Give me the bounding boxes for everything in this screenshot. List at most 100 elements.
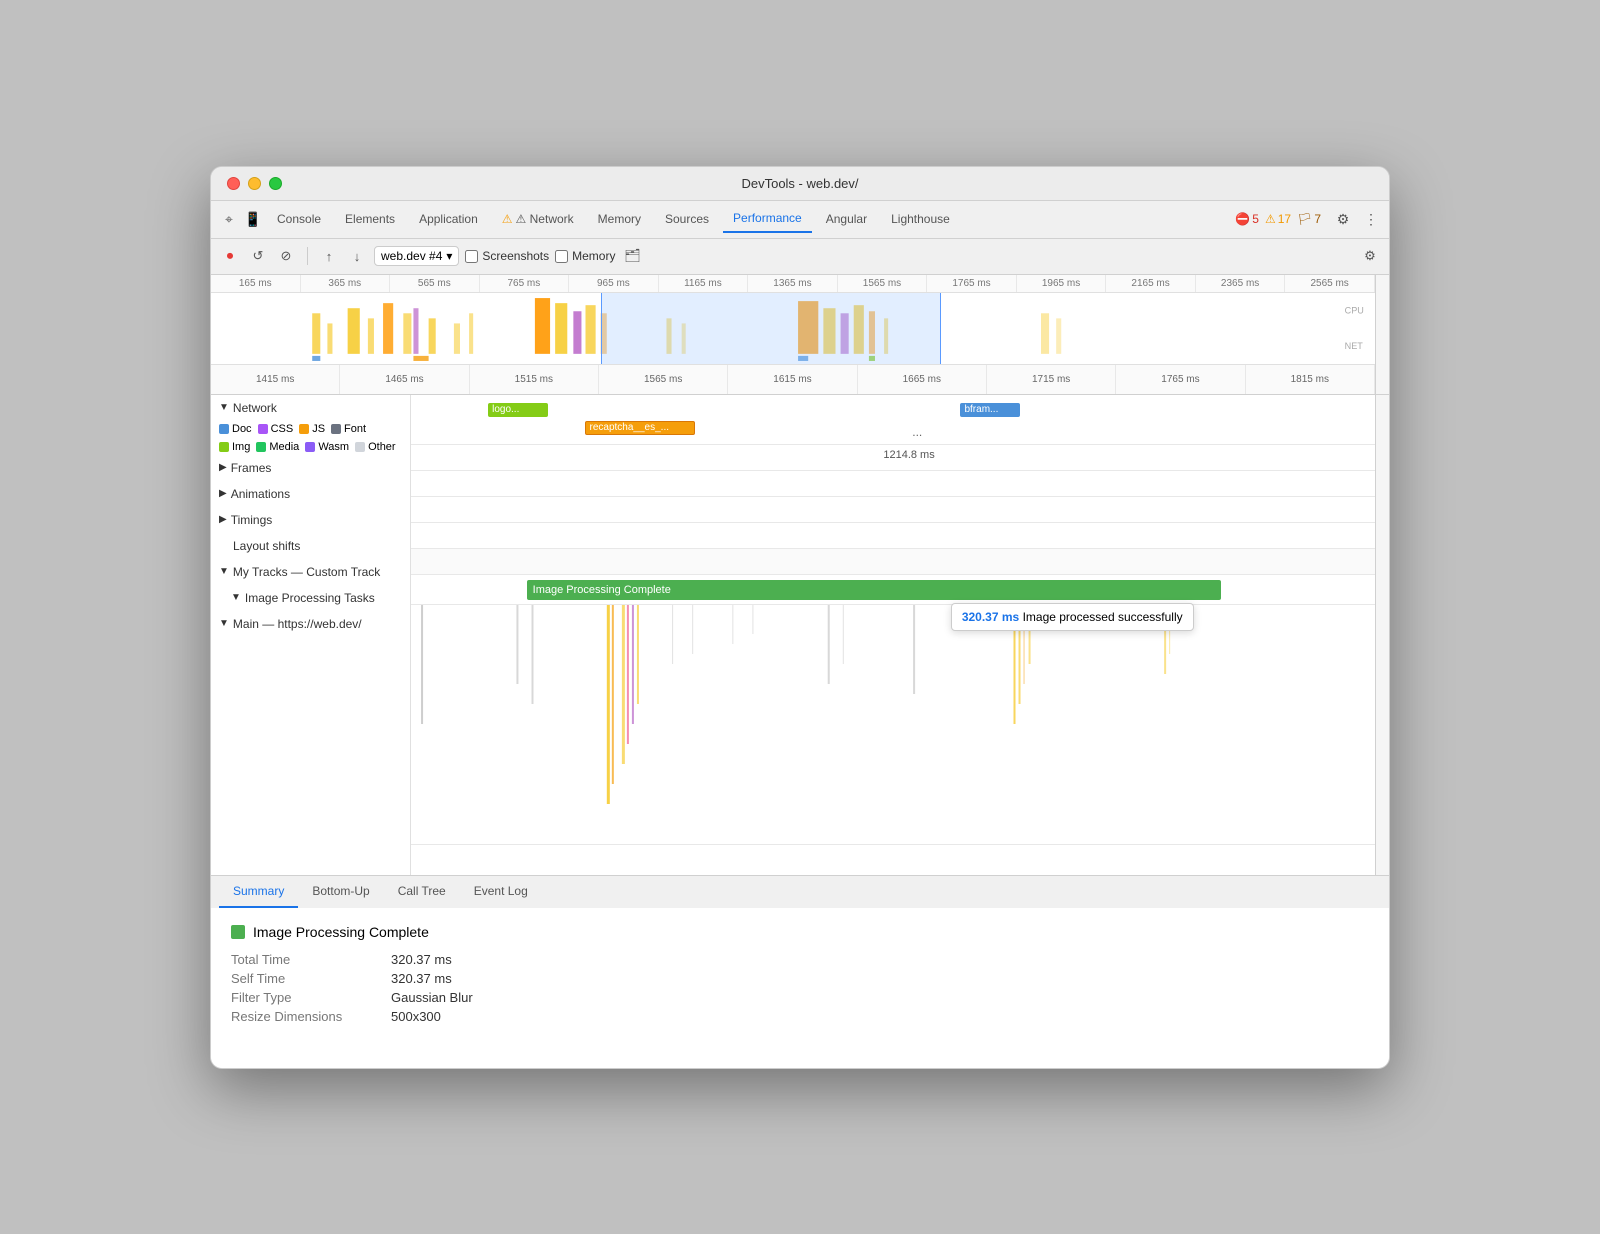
- upload-button[interactable]: ↑: [318, 245, 340, 267]
- tab-application[interactable]: Application: [409, 206, 488, 232]
- legend-doc: Doc: [219, 423, 252, 435]
- summary-title: Image Processing Complete: [231, 924, 1369, 940]
- tab-sources[interactable]: Sources: [655, 206, 719, 232]
- screenshots-check-input[interactable]: [465, 250, 478, 263]
- net-item-logo[interactable]: logo...: [488, 403, 548, 417]
- minimize-button[interactable]: [248, 177, 261, 190]
- bottom-time-ruler: 1415 ms 1465 ms 1515 ms 1565 ms 1615 ms …: [211, 364, 1375, 394]
- legend-wasm: Wasm: [305, 441, 349, 453]
- animations-section[interactable]: ▶ Animations: [211, 481, 410, 507]
- main-section[interactable]: ▼ Main — https://web.dev/: [211, 611, 410, 637]
- frames-label: Frames: [231, 461, 272, 475]
- tick-4: 965 ms: [569, 275, 659, 292]
- cpu-chart: CPU NET: [211, 293, 1375, 364]
- close-button[interactable]: [227, 177, 240, 190]
- network-legend: Doc CSS JS Font Img: [211, 421, 410, 455]
- tick-2: 565 ms: [390, 275, 480, 292]
- memory-check-input[interactable]: [555, 250, 568, 263]
- tab-lighthouse[interactable]: Lighthouse: [881, 206, 960, 232]
- tab-angular[interactable]: Angular: [816, 206, 877, 232]
- clear-button[interactable]: ⊘: [275, 245, 297, 267]
- wasm-label: Wasm: [318, 441, 349, 453]
- btick-3: 1565 ms: [599, 365, 728, 394]
- nav-icons: ⚙ ⋮: [1333, 209, 1381, 229]
- tab-elements[interactable]: Elements: [335, 206, 405, 232]
- settings-icon[interactable]: ⚙: [1333, 209, 1353, 229]
- tab-summary[interactable]: Summary: [219, 876, 298, 908]
- tab-bottom-up[interactable]: Bottom-Up: [298, 876, 383, 908]
- network-label: Network: [233, 401, 277, 415]
- overview-timeline: 165 ms 365 ms 565 ms 765 ms 965 ms 1165 …: [211, 275, 1375, 394]
- memory-icon[interactable]: 🗂: [621, 245, 643, 267]
- summary-filter-type: Filter Type Gaussian Blur: [231, 990, 1369, 1005]
- record-button[interactable]: ⏺: [219, 245, 241, 267]
- js-color: [299, 424, 309, 434]
- devtools-inspect-icon[interactable]: ⌖: [219, 209, 239, 229]
- font-label: Font: [344, 423, 366, 435]
- image-processing-section[interactable]: ▼ Image Processing Tasks: [211, 585, 410, 611]
- main-scrollbar[interactable]: [1375, 395, 1389, 875]
- resize-dimensions-value: 500x300: [391, 1009, 441, 1024]
- frames-section[interactable]: ▶ Frames: [211, 455, 410, 481]
- animations-expand-arrow: ▶: [219, 488, 227, 499]
- more-icon[interactable]: ⋮: [1361, 209, 1381, 229]
- btick-0: 1415 ms: [211, 365, 340, 394]
- devtools-window: DevTools - web.dev/ ⌖ 📱 Console Elements…: [210, 166, 1390, 1069]
- image-processing-row: Image Processing Complete 320.37 ms Imag…: [411, 575, 1375, 605]
- frames-time-label: 1214.8 ms: [883, 449, 934, 461]
- tab-performance[interactable]: Performance: [723, 205, 812, 233]
- overview-scrollbar[interactable]: [1375, 275, 1389, 394]
- toolbar-divider-1: [307, 247, 308, 265]
- js-label: JS: [312, 423, 325, 435]
- summary-color-indicator: [231, 925, 245, 939]
- img-label: Img: [232, 441, 250, 453]
- image-processing-bar[interactable]: Image Processing Complete: [527, 580, 1221, 600]
- image-processing-tooltip: 320.37 ms Image processed successfully: [951, 603, 1194, 631]
- btick-6: 1715 ms: [987, 365, 1116, 394]
- screenshots-checkbox[interactable]: Screenshots: [465, 249, 549, 263]
- tab-console[interactable]: Console: [267, 206, 331, 232]
- tick-5: 1165 ms: [659, 275, 749, 292]
- layout-shifts-section[interactable]: Layout shifts: [211, 533, 410, 559]
- timeline-area: logo... recaptcha__es_... bfram... ... 1…: [411, 395, 1389, 875]
- maximize-button[interactable]: [269, 177, 282, 190]
- legend-media: Media: [256, 441, 299, 453]
- btick-7: 1765 ms: [1116, 365, 1245, 394]
- btick-4: 1615 ms: [728, 365, 857, 394]
- svg-text:CPU: CPU: [1345, 305, 1364, 315]
- main-expand-arrow: ▼: [219, 618, 229, 629]
- tab-call-tree[interactable]: Call Tree: [384, 876, 460, 908]
- net-item-bframe[interactable]: bfram...: [960, 403, 1020, 417]
- devtools-device-icon[interactable]: 📱: [243, 209, 263, 229]
- timings-section[interactable]: ▶ Timings: [211, 507, 410, 533]
- filter-type-label: Filter Type: [231, 990, 391, 1005]
- selection-overlay[interactable]: [601, 293, 941, 364]
- layout-shifts-row: [411, 523, 1375, 549]
- net-item-recaptcha[interactable]: recaptcha__es_...: [585, 421, 695, 435]
- refresh-button[interactable]: ↺: [247, 245, 269, 267]
- image-processing-expand-arrow: ▼: [231, 592, 241, 603]
- info-badge: 🏳 7: [1297, 212, 1321, 226]
- network-section-header[interactable]: ▼ Network: [211, 395, 410, 421]
- session-select[interactable]: web.dev #4 ▾: [374, 246, 459, 266]
- tab-memory[interactable]: Memory: [588, 206, 651, 232]
- tab-network[interactable]: ⚠ ⚠ Network: [492, 206, 584, 232]
- memory-checkbox[interactable]: Memory: [555, 249, 615, 263]
- chevron-down-icon: ▾: [446, 249, 452, 263]
- media-label: Media: [269, 441, 299, 453]
- tick-8: 1765 ms: [927, 275, 1017, 292]
- download-button[interactable]: ↓: [346, 245, 368, 267]
- warn-icon: ⚠: [1265, 212, 1276, 226]
- self-time-label: Self Time: [231, 971, 391, 986]
- tab-event-log[interactable]: Event Log: [460, 876, 542, 908]
- tick-6: 1365 ms: [748, 275, 838, 292]
- overview-panel: 165 ms 365 ms 565 ms 765 ms 965 ms 1165 …: [211, 275, 1389, 395]
- main-thread-row: [411, 605, 1375, 845]
- custom-track-section[interactable]: ▼ My Tracks — Custom Track: [211, 559, 410, 585]
- animations-row: [411, 471, 1375, 497]
- top-time-ruler: 165 ms 365 ms 565 ms 765 ms 965 ms 1165 …: [211, 275, 1375, 293]
- error-badge: ⛔ 5: [1235, 212, 1259, 226]
- custom-track-expand-arrow: ▼: [219, 566, 229, 577]
- bottom-tabs: Summary Bottom-Up Call Tree Event Log: [211, 875, 1389, 908]
- settings-gear-icon[interactable]: ⚙: [1359, 245, 1381, 267]
